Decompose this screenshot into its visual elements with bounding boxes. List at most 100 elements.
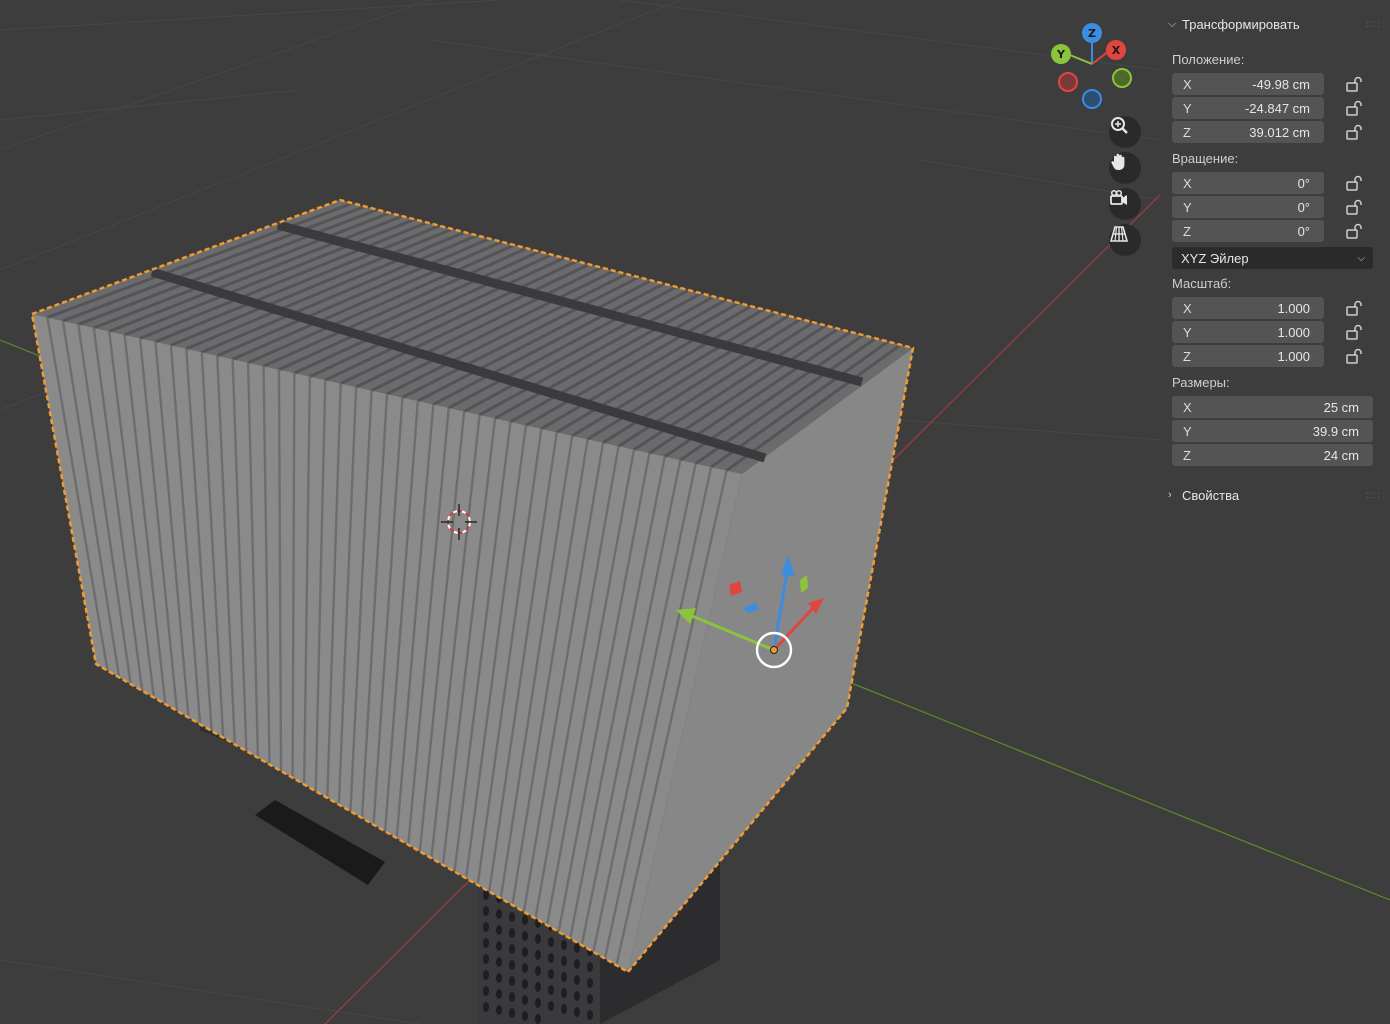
field-value: 1.000 [1277, 348, 1310, 364]
field-value: 24 cm [1323, 447, 1359, 463]
perforation-hole [561, 988, 567, 998]
perforation-hole [509, 1008, 515, 1018]
perforation-hole [548, 969, 554, 979]
scale-z-field[interactable]: Z 1.000 [1172, 345, 1324, 367]
perforation-hole [483, 890, 489, 900]
perforation-hole [522, 947, 528, 957]
rotation-y-field[interactable]: Y 0° [1172, 196, 1324, 218]
perforation-hole [535, 950, 541, 960]
field-axis-label: Z [1183, 223, 1191, 239]
perforation-hole [561, 940, 567, 950]
scale-y-field[interactable]: Y 1.000 [1172, 321, 1324, 343]
field-value: -24.847 cm [1244, 100, 1310, 116]
perforation-hole [587, 1010, 593, 1020]
rotation-x-field[interactable]: X 0° [1172, 172, 1324, 194]
perforation-hole [496, 1005, 502, 1015]
lock-icon[interactable] [1345, 124, 1363, 140]
perforation-hole [587, 962, 593, 972]
perforation-hole [548, 985, 554, 995]
perforation-hole [483, 1002, 489, 1012]
rotation-mode-value: XYZ Эйлер [1181, 250, 1249, 266]
zoom-button[interactable] [1109, 116, 1141, 148]
transform-panel-title: Трансформировать [1182, 16, 1300, 32]
perforation-hole [561, 972, 567, 982]
perforation-hole [535, 1014, 541, 1024]
perforation-hole [496, 957, 502, 967]
perforation-hole [574, 975, 580, 985]
field-value: 39.012 cm [1249, 124, 1310, 140]
field-axis-label: Y [1183, 423, 1192, 439]
field-value: 1.000 [1277, 324, 1310, 340]
lock-icon[interactable] [1345, 348, 1363, 364]
perforation-hole [535, 998, 541, 1008]
field-value: 0° [1297, 199, 1310, 215]
perforation-hole [535, 966, 541, 976]
grid-projection-icon [1109, 226, 1129, 242]
perforation-hole [548, 953, 554, 963]
field-axis-label: Z [1183, 124, 1191, 140]
lock-icon[interactable] [1345, 100, 1363, 116]
transform-panel-header[interactable]: ⌵ Трансформировать :::: [1168, 14, 1383, 34]
location-x-field[interactable]: X -49.98 cm [1172, 73, 1324, 95]
field-value: 25 cm [1323, 399, 1359, 415]
scale-x-field[interactable]: X 1.000 [1172, 297, 1324, 319]
field-axis-label: X [1183, 175, 1192, 191]
lock-icon[interactable] [1345, 300, 1363, 316]
field-value: 1.000 [1277, 300, 1310, 316]
perforation-hole [509, 976, 515, 986]
gizmo-z-axis[interactable]: Z [1082, 23, 1102, 43]
dimensions-label: Размеры: [1172, 375, 1230, 390]
drag-grip-icon[interactable]: :::: [1366, 19, 1381, 30]
gizmo-x-axis[interactable]: X [1106, 40, 1126, 60]
gizmo-neg-y-axis[interactable] [1112, 68, 1132, 88]
rotation-z-field[interactable]: Z 0° [1172, 220, 1324, 242]
dimensions-y-field[interactable]: Y 39.9 cm [1172, 420, 1373, 442]
location-y-field[interactable]: Y -24.847 cm [1172, 97, 1324, 119]
perforation-hole [483, 938, 489, 948]
pan-hand-icon [1111, 153, 1125, 170]
perforation-hole [496, 941, 502, 951]
field-value: -49.98 cm [1252, 76, 1310, 92]
location-z-field[interactable]: Z 39.012 cm [1172, 121, 1324, 143]
field-axis-label: Y [1183, 100, 1192, 116]
pan-button[interactable] [1109, 152, 1141, 184]
rotation-mode-dropdown[interactable]: XYZ Эйлер ⌵ [1172, 247, 1373, 269]
zoom-icon [1111, 117, 1128, 134]
field-axis-label: Z [1183, 348, 1191, 364]
perforation-hole [496, 909, 502, 919]
field-axis-label: Z [1183, 447, 1191, 463]
field-axis-label: Y [1183, 324, 1192, 340]
lock-icon[interactable] [1345, 223, 1363, 239]
perforation-hole [496, 973, 502, 983]
field-value: 39.9 cm [1312, 423, 1359, 439]
perforation-hole [483, 906, 489, 916]
dimensions-x-field[interactable]: X 25 cm [1172, 396, 1373, 418]
lock-icon[interactable] [1345, 324, 1363, 340]
properties-panel-header[interactable]: › Свойства :::: [1168, 485, 1383, 505]
perforation-hole [574, 991, 580, 1001]
perforation-hole [522, 995, 528, 1005]
perforation-hole [509, 992, 515, 1002]
perforation-hole [535, 934, 541, 944]
lock-icon[interactable] [1345, 76, 1363, 92]
gizmo-neg-z-axis[interactable] [1082, 89, 1102, 109]
gizmo-z-label: Z [1088, 26, 1096, 40]
gizmo-y-axis[interactable]: Y [1051, 44, 1071, 64]
drag-grip-icon[interactable]: :::: [1366, 490, 1381, 501]
dimensions-z-field[interactable]: Z 24 cm [1172, 444, 1373, 466]
perforation-hole [483, 954, 489, 964]
perforation-hole [574, 943, 580, 953]
chevron-down-icon: ⌵ [1357, 252, 1365, 264]
gizmo-neg-x-axis[interactable] [1058, 72, 1078, 92]
perforation-hole [522, 915, 528, 925]
perforation-hole [561, 1004, 567, 1014]
lock-icon[interactable] [1345, 199, 1363, 215]
lock-icon[interactable] [1345, 175, 1363, 191]
projection-toggle-button[interactable] [1109, 224, 1141, 256]
perforation-hole [574, 1007, 580, 1017]
camera-view-button[interactable] [1109, 188, 1141, 220]
perforation-hole [522, 979, 528, 989]
perforation-hole [496, 989, 502, 999]
field-axis-label: X [1183, 300, 1192, 316]
rotation-label: Вращение: [1172, 151, 1239, 166]
